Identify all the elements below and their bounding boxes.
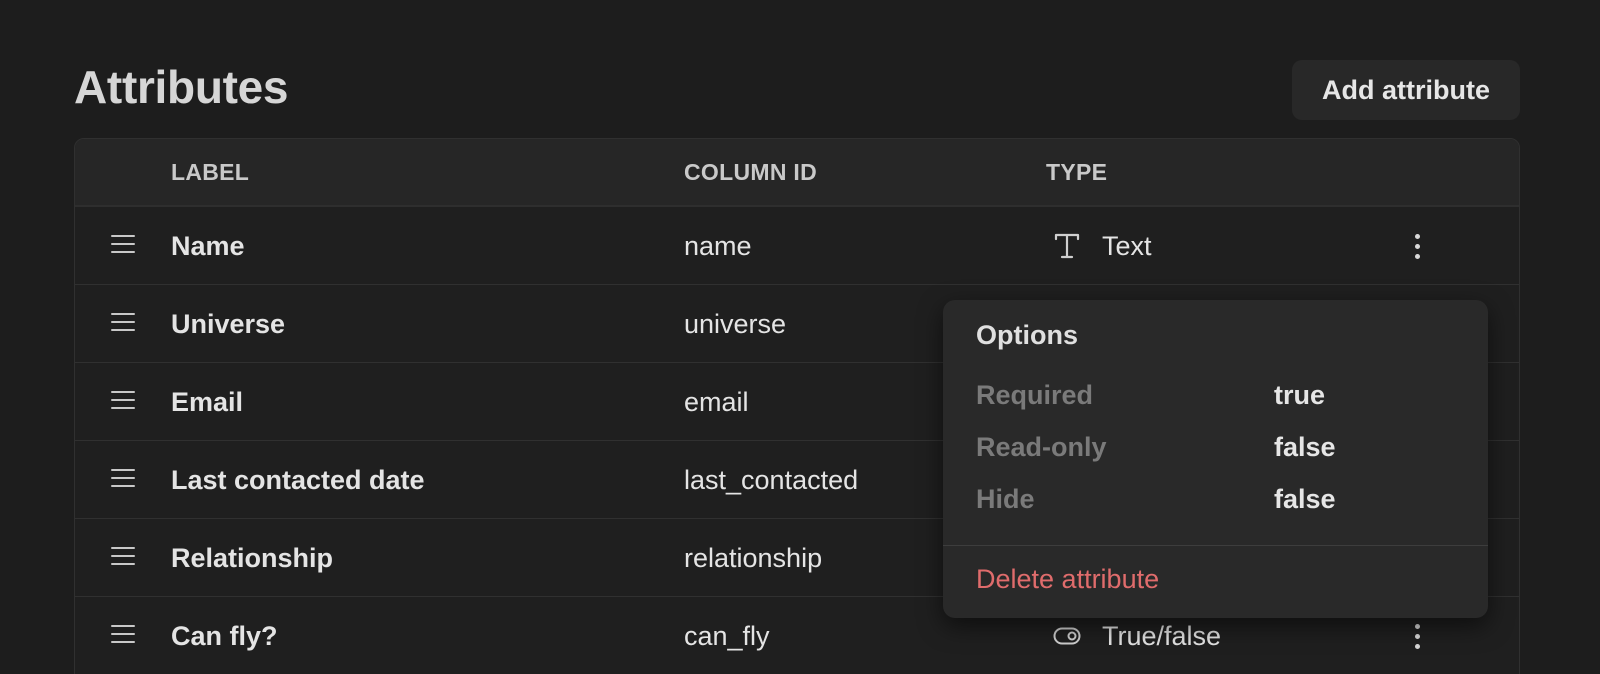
column-header-column-id[interactable]: COLUMN ID (684, 139, 817, 205)
options-title: Options (976, 320, 1078, 350)
drag-handle-icon[interactable] (111, 313, 135, 333)
option-value[interactable]: false (1274, 432, 1336, 463)
page-title: Attributes (74, 61, 289, 113)
option-key: Read-only (976, 432, 1107, 462)
option-value[interactable]: false (1274, 484, 1336, 515)
more-options-icon[interactable] (1405, 619, 1429, 653)
add-attribute-button[interactable]: Add attribute (1292, 60, 1520, 120)
option-hide[interactable]: Hide false (976, 484, 1456, 520)
table-header: LABEL COLUMN ID TYPE (75, 139, 1519, 207)
attribute-column-id: universe (684, 308, 787, 339)
attribute-label: Email (171, 386, 244, 417)
option-value[interactable]: true (1274, 380, 1325, 411)
attribute-column-id: name (684, 230, 752, 261)
table-row[interactable]: Name name Text (75, 207, 1519, 285)
attribute-column-id: relationship (684, 542, 823, 573)
attribute-label: Name (171, 230, 245, 261)
attribute-label: Relationship (171, 542, 334, 573)
option-read-only[interactable]: Read-only false (976, 432, 1456, 468)
option-key: Hide (976, 484, 1035, 514)
attribute-label: Last contacted date (171, 464, 425, 495)
column-header-type[interactable]: TYPE (1046, 139, 1107, 205)
drag-handle-icon[interactable] (111, 547, 135, 567)
divider (943, 545, 1488, 546)
options-popover: Options Required true Read-only false Hi… (943, 300, 1488, 618)
drag-handle-icon[interactable] (111, 469, 135, 489)
option-key: Required (976, 380, 1094, 410)
drag-handle-icon[interactable] (111, 625, 135, 645)
column-header-label[interactable]: LABEL (171, 139, 249, 205)
more-options-icon[interactable] (1405, 229, 1429, 263)
drag-handle-icon[interactable] (111, 235, 135, 255)
attribute-type: Text (1102, 230, 1152, 261)
attribute-column-id: last_contacted (684, 464, 859, 495)
toggle-icon (1050, 619, 1084, 653)
delete-attribute-button[interactable]: Delete attribute (976, 564, 1159, 595)
drag-handle-icon[interactable] (111, 391, 135, 411)
attributes-page: Attributes Add attribute LABEL COLUMN ID… (0, 0, 1600, 674)
attribute-label: Can fly? (171, 620, 278, 651)
option-required[interactable]: Required true (976, 380, 1456, 416)
text-type-icon (1050, 229, 1084, 263)
attribute-column-id: email (684, 386, 749, 417)
attribute-column-id: can_fly (684, 620, 770, 651)
attribute-label: Universe (171, 308, 286, 339)
